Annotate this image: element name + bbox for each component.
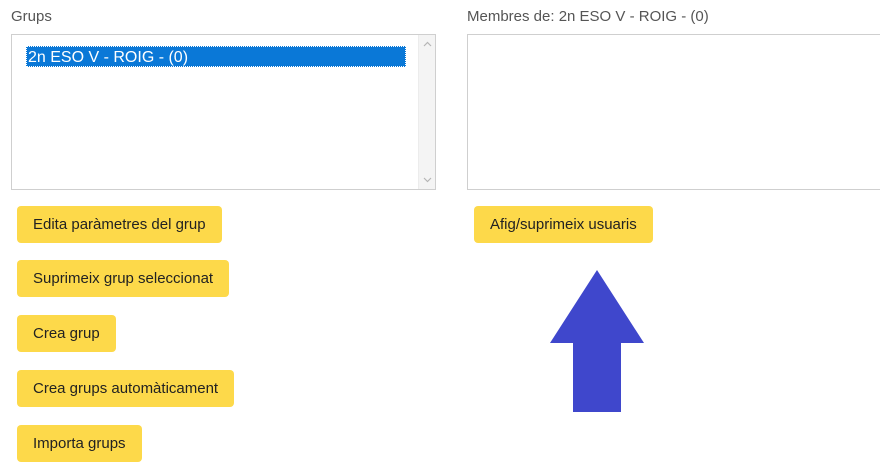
- import-groups-button[interactable]: Importa grups: [17, 425, 142, 462]
- delete-group-button[interactable]: Suprimeix grup seleccionat: [17, 260, 230, 297]
- groups-scrollbar[interactable]: [418, 35, 435, 189]
- chevron-down-icon[interactable]: [419, 173, 435, 187]
- members-listbox[interactable]: [467, 34, 880, 190]
- members-label: Membres de: 2n ESO V - ROIG - (0): [467, 8, 709, 25]
- edit-group-button[interactable]: Edita paràmetres del grup: [17, 206, 222, 243]
- create-group-button[interactable]: Crea grup: [17, 315, 116, 352]
- groups-listbox[interactable]: 2n ESO V - ROIG - (0): [11, 34, 436, 190]
- add-remove-users-button[interactable]: Afig/suprimeix usuaris: [474, 206, 653, 243]
- create-groups-auto-button[interactable]: Crea grups automàticament: [17, 370, 235, 407]
- chevron-up-icon[interactable]: [419, 37, 435, 51]
- groups-label: Grups: [11, 8, 52, 25]
- group-option-selected[interactable]: 2n ESO V - ROIG - (0): [26, 46, 406, 67]
- arrow-up-icon: [550, 270, 644, 412]
